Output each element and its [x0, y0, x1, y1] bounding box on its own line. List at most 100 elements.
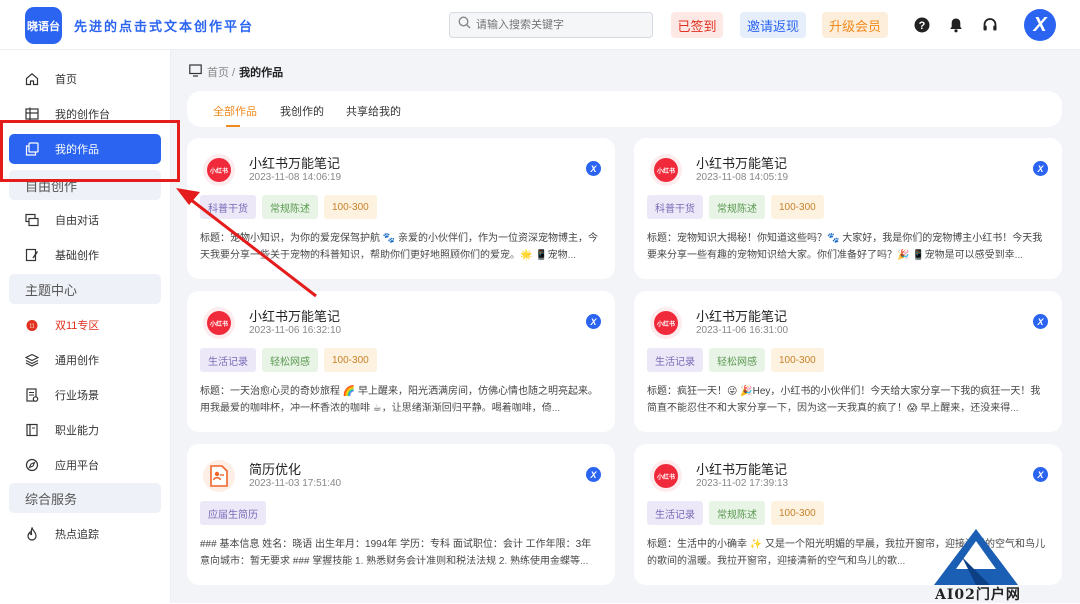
card-title: 小红书万能笔记 — [249, 309, 341, 324]
tab-shared[interactable]: 共享给我的 — [346, 103, 401, 119]
work-card[interactable]: 小红书 小红书万能笔记 2023-11-08 14:06:19 X 科普干货 常规陈述 10… — [187, 138, 615, 279]
user-avatar[interactable]: X — [1024, 9, 1056, 41]
invite-button[interactable]: 邀请返现 — [740, 12, 806, 38]
sidebar-item-label: 应用平台 — [55, 460, 99, 472]
resume-icon — [203, 460, 235, 492]
card-tags: 生活记录 常规陈述 100-300 — [647, 501, 824, 525]
work-card[interactable]: 小红书 小红书万能笔记 2023-11-06 16:32:10 X 生活记录 轻松网感 10… — [187, 291, 615, 432]
card-description: 标题：一天治愈心灵的奇妙旅程 🌈 早上醒来，阳光洒满房间，仿佛心情也随之明亮起来… — [200, 383, 603, 417]
model-badge-icon: X — [1033, 467, 1048, 482]
card-tag: 轻松网感 — [262, 348, 318, 372]
works-tabs: 全部作品 我创作的 共享给我的 — [187, 91, 1062, 127]
card-tags: 应届生简历 — [200, 501, 266, 525]
sidebar-item-double11[interactable]: 11 双11专区 — [9, 310, 161, 340]
compass-icon — [24, 457, 40, 473]
work-card[interactable]: 简历优化 2023-11-03 17:51:40 X 应届生简历 ### 基本信息 姓名… — [187, 444, 615, 585]
sidebar-item-label: 通用创作 — [55, 355, 99, 367]
card-date: 2023-11-08 14:06:19 — [249, 172, 342, 183]
card-date: 2023-11-03 17:51:40 — [249, 478, 342, 489]
card-tags: 生活记录 轻松网感 100-300 — [200, 348, 377, 372]
card-tag: 常规陈述 — [709, 501, 765, 525]
card-date: 2023-11-02 17:39:13 — [696, 478, 789, 489]
search-input[interactable] — [476, 19, 646, 31]
highlight-box — [0, 120, 180, 182]
card-tags: 生活记录 轻松网感 100-300 — [647, 348, 824, 372]
search-box[interactable] — [449, 12, 653, 38]
card-tag: 100-300 — [324, 195, 377, 219]
card-title: 小红书万能笔记 — [696, 462, 788, 477]
card-date: 2023-11-06 16:31:00 — [696, 325, 789, 336]
sidebar-item-label: 基础创作 — [55, 250, 99, 262]
card-tags: 科普干货 常规陈述 100-300 — [200, 195, 377, 219]
card-tag: 100-300 — [771, 501, 824, 525]
card-tags: 科普干货 常规陈述 100-300 — [647, 195, 824, 219]
section-service: 综合服务 — [9, 483, 161, 513]
card-tag: 常规陈述 — [262, 195, 318, 219]
sidebar-item-app-platform[interactable]: 应用平台 — [9, 450, 161, 480]
section-theme-center: 主题中心 — [9, 274, 161, 304]
card-description: 标题：宠物小知识，为你的爱宠保驾护航 🐾 亲爱的小伙伴们，作为一位资深宠物博主，… — [200, 230, 603, 264]
card-description: ### 基本信息 姓名：晓语 出生年月：1994年 学历：专科 面试职位：会计 … — [200, 536, 603, 570]
sidebar-item-hot-track[interactable]: 热点追踪 — [9, 519, 161, 549]
layers-icon — [24, 352, 40, 368]
work-card[interactable]: 小红书 小红书万能笔记 2023-11-06 16:31:00 X 生活记录 轻松网感 10… — [634, 291, 1062, 432]
signed-in-button[interactable]: 已签到 — [671, 12, 723, 38]
card-tag: 生活记录 — [647, 348, 703, 372]
headset-icon[interactable] — [980, 15, 1000, 35]
card-tag: 生活记录 — [647, 501, 703, 525]
document-icon — [24, 387, 40, 403]
sidebar-item-career[interactable]: 职业能力 — [9, 415, 161, 445]
card-title: 小红书万能笔记 — [249, 156, 341, 171]
xiaohongshu-icon: 小红书 — [203, 154, 235, 186]
xiaohongshu-icon: 小红书 — [650, 154, 682, 186]
app-logo[interactable]: 晓语台 — [25, 7, 62, 44]
card-tag: 轻松网感 — [709, 348, 765, 372]
model-badge-icon: X — [586, 467, 601, 482]
sidebar-item-general-create[interactable]: 通用创作 — [9, 345, 161, 375]
sidebar-item-basic-create[interactable]: 基础创作 — [9, 240, 161, 270]
home-icon — [24, 71, 40, 87]
xiaohongshu-icon: 小红书 — [203, 307, 235, 339]
card-tag: 生活记录 — [200, 348, 256, 372]
main-content: 首页 / 我的作品 全部作品 我创作的 共享给我的 小红书 小红书万能笔记 2023… — [171, 50, 1080, 603]
help-icon[interactable]: ? — [912, 15, 932, 35]
sidebar-item-label: 自由对话 — [55, 215, 99, 227]
bell-icon[interactable] — [946, 15, 966, 35]
sidebar-item-industry[interactable]: 行业场景 — [9, 380, 161, 410]
card-title: 小红书万能笔记 — [696, 309, 788, 324]
sidebar-item-label: 双11专区 — [55, 320, 100, 332]
svg-text:?: ? — [919, 20, 926, 32]
card-title: 小红书万能笔记 — [696, 156, 788, 171]
card-description: 标题：宠物知识大揭秘！你知道这些吗？🐾 大家好，我是你们的宠物博主小红书！今天我… — [647, 230, 1050, 264]
double11-icon: 11 — [24, 317, 40, 333]
tab-mine[interactable]: 我创作的 — [280, 103, 324, 119]
monitor-icon — [189, 64, 202, 80]
app-slogan: 先进的点击式文本创作平台 — [74, 20, 255, 35]
book-icon — [24, 422, 40, 438]
search-icon — [458, 16, 471, 34]
chat-icon — [24, 212, 40, 228]
card-tag: 应届生简历 — [200, 501, 266, 525]
model-badge-icon: X — [1033, 161, 1048, 176]
top-bar: 晓语台 先进的点击式文本创作平台 已签到 邀请返现 升级会员 ? X — [0, 0, 1080, 50]
sidebar-item-label: 行业场景 — [55, 390, 99, 402]
xiaohongshu-icon: 小红书 — [650, 307, 682, 339]
card-description: 标题：疯狂一天！😜 🎉Hey，小红书的小伙伴们！今天给大家分享一下我的疯狂一天！… — [647, 383, 1050, 417]
card-title: 简历优化 — [249, 462, 302, 477]
edit-icon — [24, 247, 40, 263]
breadcrumb-current: 我的作品 — [239, 67, 284, 79]
tab-all[interactable]: 全部作品 — [213, 103, 257, 127]
card-tag: 常规陈述 — [709, 195, 765, 219]
breadcrumb-home[interactable]: 首页 / — [207, 64, 235, 80]
sidebar-item-free-chat[interactable]: 自由对话 — [9, 205, 161, 235]
upgrade-button[interactable]: 升级会员 — [822, 12, 888, 38]
model-badge-icon: X — [1033, 314, 1048, 329]
card-tag: 100-300 — [324, 348, 377, 372]
sidebar-item-label: 首页 — [55, 74, 77, 86]
watermark-text: AI02门户网 — [935, 587, 1021, 603]
card-tag: 100-300 — [771, 195, 824, 219]
card-date: 2023-11-06 16:32:10 — [249, 325, 342, 336]
sidebar-item-home[interactable]: 首页 — [9, 64, 161, 94]
work-card[interactable]: 小红书 小红书万能笔记 2023-11-08 14:05:19 X 科普干货 常规陈述 10… — [634, 138, 1062, 279]
model-badge-icon: X — [586, 314, 601, 329]
